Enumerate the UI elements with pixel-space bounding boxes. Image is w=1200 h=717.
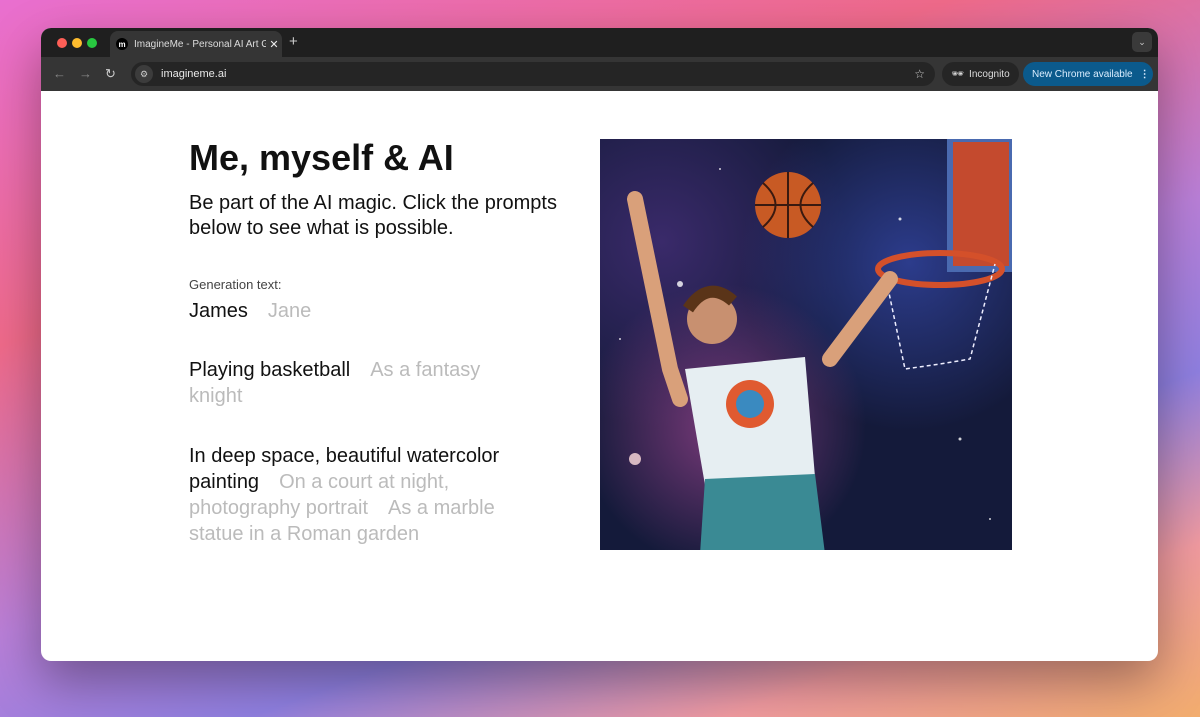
page-content: Me, myself & AI Be part of the AI magic.… [41,91,1158,661]
generated-image [600,139,1012,550]
address-bar[interactable]: ⚙ imagineme.ai ☆ [131,62,935,86]
incognito-label: Incognito [969,68,1010,80]
tab-search-chevron-icon[interactable]: ⌄ [1132,32,1152,52]
prompt-option[interactable]: Playing basketball [189,359,350,381]
tab-imagineme[interactable]: m ImagineMe - Personal AI Art Generator … [110,31,282,57]
prompt-option[interactable]: Jane [268,300,311,322]
browser-window: m ImagineMe - Personal AI Art Generator … [41,28,1158,661]
generation-label: Generation text: [189,277,282,292]
back-icon[interactable]: ← [53,66,66,81]
new-tab-button[interactable]: + [289,33,298,50]
reload-icon[interactable]: ↻ [105,66,116,82]
prompt-group-activity: Playing basketball As a fantasy knight [189,357,529,409]
bookmark-star-icon[interactable]: ☆ [914,67,925,81]
toolbar: ← → ↻ ⚙ imagineme.ai ☆ 🕶 Incognito New Ch… [41,57,1158,91]
favicon-icon: m [116,38,128,50]
close-tab-icon[interactable]: ✕ [266,38,282,51]
incognito-icon: 🕶 [951,68,965,80]
more-menu-icon[interactable]: ⋮ [1140,69,1150,80]
tab-bar: m ImagineMe - Personal AI Art Generator … [41,28,1158,57]
url-text[interactable]: imagineme.ai [161,68,914,80]
incognito-indicator[interactable]: 🕶 Incognito [942,62,1019,86]
prompt-option[interactable]: James [189,300,248,322]
close-window-button[interactable] [57,38,67,48]
basketball-painting [619,139,1012,550]
prompt-group-style: In deep space, beautiful watercolor pain… [189,443,529,547]
maximize-window-button[interactable] [87,38,97,48]
tab-title: ImagineMe - Personal AI Art Generator [134,38,266,50]
page-subtitle: Be part of the AI magic. Click the promp… [189,192,557,239]
minimize-window-button[interactable] [72,38,82,48]
page-title: Me, myself & AI [189,137,454,178]
site-settings-icon[interactable]: ⚙ [135,65,153,83]
prompt-group-name: James Jane [189,298,529,324]
update-label: New Chrome available [1032,68,1133,80]
forward-icon[interactable]: → [79,66,92,81]
new-chrome-available-button[interactable]: New Chrome available ⋮ [1023,62,1153,86]
